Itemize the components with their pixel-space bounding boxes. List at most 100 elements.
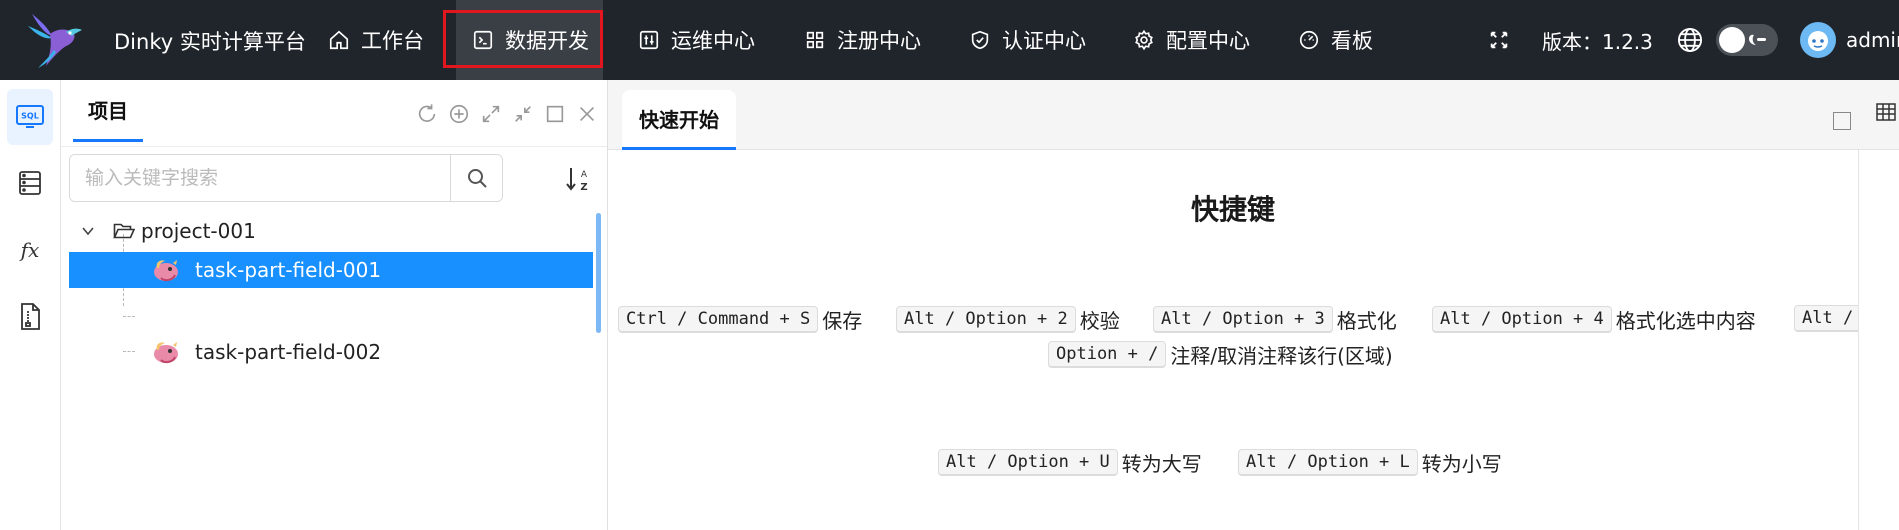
search-input[interactable]: [70, 155, 450, 201]
hotkeys-title: 快捷键: [1190, 193, 1275, 226]
tab-project[interactable]: 项目: [73, 80, 143, 142]
hotkey-key: Alt / Option + 3: [1153, 306, 1333, 333]
expand-icon[interactable]: [478, 101, 503, 126]
nav-auth-center[interactable]: 认证中心: [969, 0, 1086, 80]
sliders-icon: [639, 30, 659, 50]
tab-options-icon[interactable]: [1833, 112, 1851, 130]
hotkey-lowercase: Alt / Option + L 转为小写: [1238, 448, 1502, 477]
tree-task-row[interactable]: task-part-field-002: [69, 334, 593, 370]
avatar[interactable]: [1800, 22, 1836, 58]
hotkey-desc: 注释/取消注释该行(区域): [1170, 344, 1393, 368]
task-name: task-part-field-001: [195, 258, 382, 282]
hotkey-truncated: Alt /: [1794, 305, 1858, 332]
nav-label: 数据开发: [505, 29, 589, 53]
add-circle-icon[interactable]: [446, 101, 471, 126]
globe-icon: [1677, 27, 1703, 53]
hummingbird-logo-icon[interactable]: [24, 6, 88, 72]
folder-name: project-001: [141, 219, 256, 243]
svg-text:A: A: [581, 170, 588, 180]
hotkey-key: Ctrl / Command + S: [618, 306, 819, 333]
table-icon[interactable]: [1876, 102, 1896, 122]
collapse-icon[interactable]: [510, 101, 535, 126]
fullscreen-icon: [1490, 31, 1508, 49]
search-button[interactable]: [450, 155, 502, 201]
left-icon-rail: SQL fx: [0, 80, 61, 530]
nav-label: 运维中心: [671, 29, 755, 53]
hotkey-format-selection: Alt / Option + 4 格式化选中内容: [1432, 305, 1756, 334]
user-menu[interactable]: admin: [1800, 0, 1899, 80]
hotkey-desc: 转为小写: [1421, 452, 1502, 476]
svg-text:Z: Z: [580, 182, 587, 193]
brand-title: Dinky 实时计算平台: [114, 30, 306, 54]
folder-open-icon: [113, 222, 141, 240]
version-label: 版本：1.2.3: [1542, 29, 1653, 54]
version-text: 版本：1.2.3: [1542, 0, 1653, 80]
hotkey-desc: 保存: [822, 309, 863, 333]
hotkey-validate: Alt / Option + 2 校验: [896, 305, 1120, 334]
robot-avatar-icon: [1808, 31, 1828, 51]
sort-button[interactable]: AZ: [563, 164, 593, 194]
flink-squirrel-icon: [151, 256, 183, 284]
search-icon: [467, 169, 487, 188]
hotkey-desc: 校验: [1079, 309, 1120, 333]
nav-label: 工作台: [361, 29, 424, 53]
username: admin: [1846, 28, 1899, 52]
sidebar-item-function[interactable]: fx: [7, 223, 53, 279]
fullscreen-button[interactable]: [1488, 0, 1510, 80]
chevron-down-icon[interactable]: [81, 224, 109, 238]
sidebar-item-document[interactable]: [7, 289, 53, 345]
refresh-icon[interactable]: [414, 101, 439, 126]
divider: [61, 146, 607, 147]
hotkey-key: Alt / Option + 4: [1432, 306, 1612, 333]
hotkey-format: Alt / Option + 3 格式化: [1153, 305, 1397, 334]
panel-toolbar: [414, 101, 599, 126]
sidebar-item-sql[interactable]: SQL: [7, 89, 53, 145]
hotkey-key: Alt /: [1794, 305, 1858, 332]
theme-toggle[interactable]: [1716, 0, 1778, 80]
database-icon: [19, 171, 41, 195]
nav-ops-center[interactable]: 运维中心: [638, 0, 755, 80]
sort-az-icon: AZ: [566, 168, 588, 193]
hotkey-key: Alt / Option + L: [1238, 449, 1418, 476]
editor-tab-bar: 快速开始: [608, 80, 1899, 150]
hotkey-desc: 格式化选中内容: [1615, 309, 1756, 333]
home-icon: [329, 30, 349, 50]
document-icon: [21, 303, 40, 330]
editor-area: 快速开始 快捷键 Ctrl / Command + S 保存 Alt / Opt…: [608, 80, 1899, 530]
hotkey-uppercase: Alt / Option + U 转为大写: [938, 448, 1202, 477]
theme-switch[interactable]: [1716, 24, 1778, 56]
sidebar-item-database[interactable]: [7, 155, 53, 211]
nav-config-center[interactable]: 配置中心: [1133, 0, 1250, 80]
close-icon[interactable]: [574, 101, 599, 126]
tab-quick-start[interactable]: 快速开始: [622, 90, 736, 150]
nav-data-development[interactable]: 数据开发: [456, 0, 603, 80]
language-button[interactable]: [1676, 0, 1704, 80]
search-box: [69, 154, 503, 202]
tree-guide-line: [123, 316, 135, 317]
hotkey-key: Alt / Option + U: [938, 449, 1118, 476]
hotkey-key: Alt / Option + 2: [896, 306, 1076, 333]
sql-icon: SQL: [16, 105, 44, 128]
nav-dashboard[interactable]: 看板: [1298, 0, 1373, 80]
task-name: task-part-field-002: [195, 340, 382, 364]
nav-workbench[interactable]: 工作台: [328, 0, 424, 80]
moon-icon: [1749, 34, 1766, 45]
svg-text:fx: fx: [19, 238, 40, 262]
shield-icon: [971, 30, 989, 50]
tree-folder-row[interactable]: project-001: [69, 213, 599, 249]
flink-squirrel-icon: [151, 338, 183, 366]
gear-icon: [1135, 29, 1153, 51]
hotkey-key: Option + /: [1048, 341, 1167, 368]
hotkey-save: Ctrl / Command + S 保存: [618, 305, 862, 334]
tree-scrollbar[interactable]: [596, 213, 601, 333]
nav-label: 看板: [1331, 29, 1373, 53]
grid-icon: [806, 31, 824, 49]
maximize-icon[interactable]: [542, 101, 567, 126]
function-icon: fx: [19, 238, 40, 262]
nav-registry-center[interactable]: 注册中心: [804, 0, 921, 80]
nav-label: 注册中心: [837, 29, 921, 53]
project-panel: 项目 AZ project-001 task-part-field-001: [61, 80, 608, 530]
tree-task-row[interactable]: task-part-field-001: [69, 252, 593, 288]
hotkey-desc: 格式化: [1336, 309, 1397, 333]
nav-label: 配置中心: [1166, 29, 1250, 53]
